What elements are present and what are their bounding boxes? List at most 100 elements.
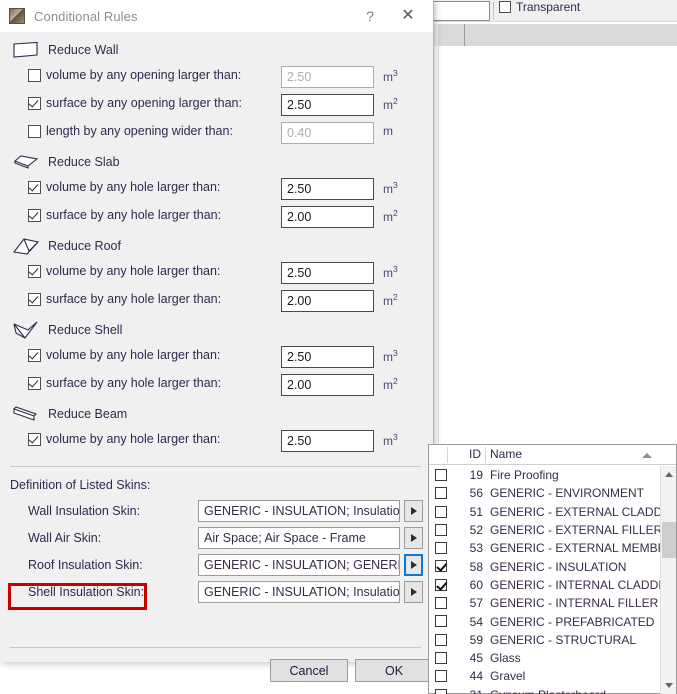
dialog-titlebar[interactable]: Conditional Rules ? ✕ bbox=[0, 0, 433, 32]
rule-checkbox[interactable] bbox=[28, 265, 41, 278]
list-item-id: 59 bbox=[469, 632, 483, 647]
rule-checkbox[interactable] bbox=[28, 69, 41, 82]
column-header-id[interactable]: ID bbox=[469, 447, 481, 461]
rule-checkbox[interactable] bbox=[28, 209, 41, 222]
transparent-checkbox-group[interactable]: Transparent bbox=[499, 0, 580, 14]
background-text-field[interactable] bbox=[430, 1, 490, 21]
rule-group-header-4: Reduce Beam bbox=[12, 404, 127, 424]
skin-dropdown-arrow-icon[interactable] bbox=[404, 527, 423, 549]
rule-checkbox[interactable] bbox=[28, 97, 41, 110]
rule-unit-label: m2 bbox=[383, 376, 398, 392]
rule-value-input[interactable]: 2.50 bbox=[281, 94, 374, 116]
rule-unit-label: m3 bbox=[383, 264, 398, 280]
skin-dropdown-arrow-icon[interactable] bbox=[404, 554, 423, 576]
beam-shape-icon bbox=[12, 405, 40, 423]
list-item-name: GENERIC - EXTERNAL CLADDING bbox=[490, 504, 661, 519]
skin-combo-value[interactable]: GENERIC - INSULATION; Insulation - F bbox=[198, 581, 400, 603]
skin-label: Wall Insulation Skin: bbox=[28, 504, 141, 518]
list-item-checkbox[interactable] bbox=[435, 469, 447, 481]
close-icon[interactable]: ✕ bbox=[397, 6, 419, 26]
cancel-button[interactable]: Cancel bbox=[270, 659, 348, 682]
help-button[interactable]: ? bbox=[359, 6, 381, 26]
list-item-checkbox[interactable] bbox=[435, 651, 447, 664]
rule-label: volume by any hole larger than: bbox=[46, 264, 221, 278]
rule-checkbox[interactable] bbox=[28, 181, 41, 194]
list-item-checkbox[interactable] bbox=[435, 523, 447, 536]
list-item-name: GENERIC - EXTERNAL MEMBRAN bbox=[490, 541, 661, 556]
rule-value-input[interactable]: 2.50 bbox=[281, 66, 374, 88]
background-column-divider bbox=[464, 24, 465, 46]
list-item[interactable]: 56 GENERIC - ENVIRONMENT bbox=[429, 484, 661, 502]
rule-label: surface by any hole larger than: bbox=[46, 208, 222, 222]
skin-label: Wall Air Skin: bbox=[28, 531, 102, 545]
transparent-checkbox[interactable] bbox=[499, 1, 511, 13]
list-item-checkbox[interactable] bbox=[435, 688, 447, 694]
list-item[interactable]: 58 GENERIC - INSULATION bbox=[429, 557, 661, 575]
skin-dropdown-arrow-icon[interactable] bbox=[404, 581, 423, 603]
rule-checkbox[interactable] bbox=[28, 377, 41, 390]
popup-scrollbar[interactable] bbox=[660, 466, 676, 694]
list-item[interactable]: 44 Gravel bbox=[429, 667, 661, 685]
rule-value-input[interactable]: 2.50 bbox=[281, 346, 374, 368]
skin-row: Wall Air Skin: Air Space; Air Space - Fra… bbox=[0, 527, 433, 551]
skin-row: Wall Insulation Skin: GENERIC - INSULATIO… bbox=[0, 500, 433, 524]
rule-row: surface by any hole larger than: 2.00 m2 bbox=[0, 206, 433, 228]
rule-value-input[interactable]: 2.50 bbox=[281, 178, 374, 200]
list-item[interactable]: 19 Fire Proofing bbox=[429, 466, 661, 484]
list-item-checkbox[interactable] bbox=[435, 505, 447, 518]
skin-label: Roof Insulation Skin: bbox=[28, 558, 143, 572]
rule-checkbox[interactable] bbox=[28, 433, 41, 446]
sort-ascending-icon bbox=[642, 453, 652, 458]
rule-value-input[interactable]: 2.00 bbox=[281, 290, 374, 312]
list-item[interactable]: 31 Gypsum Plasterboard bbox=[429, 686, 661, 694]
list-item[interactable]: 51 GENERIC - EXTERNAL CLADDING bbox=[429, 503, 661, 521]
rule-value-input[interactable]: 2.00 bbox=[281, 206, 374, 228]
scrollbar-thumb[interactable] bbox=[662, 522, 676, 558]
footer-divider bbox=[10, 647, 421, 648]
skin-dropdown-arrow-icon[interactable] bbox=[404, 500, 423, 522]
ok-button[interactable]: OK bbox=[355, 659, 433, 682]
header-divider-2 bbox=[485, 447, 486, 463]
rule-value-input[interactable]: 2.00 bbox=[281, 374, 374, 396]
rule-row: volume by any hole larger than: 2.50 m3 bbox=[0, 346, 433, 368]
skin-combo-value[interactable]: GENERIC - INSULATION; GENERIC - IN bbox=[198, 554, 400, 576]
list-item-checkbox[interactable] bbox=[435, 560, 447, 573]
scroll-down-icon[interactable] bbox=[661, 677, 677, 694]
list-item-checkbox[interactable] bbox=[435, 597, 447, 610]
list-item-checkbox[interactable] bbox=[435, 578, 447, 591]
rule-value-input[interactable]: 2.50 bbox=[281, 430, 374, 452]
rule-unit-label: m bbox=[383, 124, 393, 138]
rule-row: surface by any hole larger than: 2.00 m2 bbox=[0, 290, 433, 312]
list-item-checkbox[interactable] bbox=[435, 670, 447, 683]
rule-unit-label: m3 bbox=[383, 348, 398, 364]
rule-unit-label: m3 bbox=[383, 432, 398, 448]
skin-label: Shell Insulation Skin: bbox=[28, 585, 145, 599]
column-header-name[interactable]: Name bbox=[490, 447, 522, 461]
list-item[interactable]: 52 GENERIC - EXTERNAL FILLER bbox=[429, 521, 661, 539]
list-item[interactable]: 60 GENERIC - INTERNAL CLADDING bbox=[429, 576, 661, 594]
scroll-up-icon[interactable] bbox=[661, 466, 677, 483]
list-item[interactable]: 45 Glass bbox=[429, 649, 661, 667]
rule-unit-label: m2 bbox=[383, 96, 398, 112]
rule-checkbox[interactable] bbox=[28, 125, 41, 138]
list-item[interactable]: 54 GENERIC - PREFABRICATED bbox=[429, 612, 661, 630]
list-item-id: 52 bbox=[469, 523, 483, 538]
list-item-checkbox[interactable] bbox=[435, 487, 447, 500]
rule-checkbox[interactable] bbox=[28, 293, 41, 306]
list-item[interactable]: 53 GENERIC - EXTERNAL MEMBRAN bbox=[429, 539, 661, 557]
skin-combo-value[interactable]: Air Space; Air Space - Frame bbox=[198, 527, 400, 549]
list-item-checkbox[interactable] bbox=[435, 542, 447, 555]
list-item-checkbox[interactable] bbox=[435, 633, 447, 646]
list-item-name: Fire Proofing bbox=[490, 468, 559, 483]
list-item-checkbox[interactable] bbox=[435, 615, 447, 628]
list-item[interactable]: 59 GENERIC - STRUCTURAL bbox=[429, 631, 661, 649]
rule-group-header-2: Reduce Roof bbox=[12, 236, 121, 256]
rule-value-input[interactable]: 2.50 bbox=[281, 262, 374, 284]
skin-combo-value[interactable]: GENERIC - INSULATION; Insulation - F bbox=[198, 500, 400, 522]
section-divider bbox=[10, 466, 421, 467]
rule-checkbox[interactable] bbox=[28, 349, 41, 362]
popup-rows-container: 19 Fire Proofing 56 GENERIC - ENVIRONMENT 51… bbox=[429, 466, 661, 694]
transparent-label: Transparent bbox=[516, 0, 581, 14]
list-item[interactable]: 57 GENERIC - INTERNAL FILLER bbox=[429, 594, 661, 612]
rule-value-input[interactable]: 0.40 bbox=[281, 122, 374, 144]
